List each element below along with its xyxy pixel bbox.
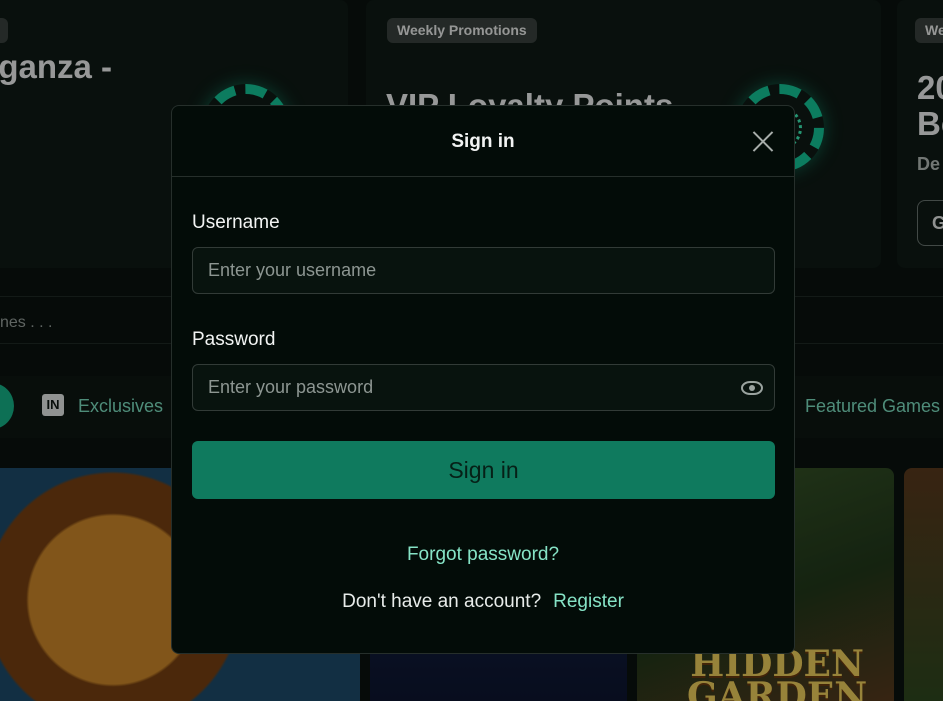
show-password-eye-icon[interactable] — [741, 381, 763, 395]
password-label: Password — [192, 329, 276, 350]
password-input[interactable] — [192, 364, 775, 411]
close-icon[interactable] — [750, 128, 776, 154]
register-row: Don't have an account? Register — [172, 591, 794, 613]
register-link[interactable]: Register — [553, 591, 624, 612]
modal-title: Sign in — [451, 131, 515, 152]
signin-button[interactable]: Sign in — [192, 441, 775, 499]
no-account-text: Don't have an account? — [342, 591, 542, 612]
forgot-password-link[interactable]: Forgot password? — [172, 544, 794, 566]
username-label: Username — [192, 212, 280, 233]
username-input[interactable] — [192, 247, 775, 294]
signin-modal: Sign in Username Password Sign in Forgot… — [171, 105, 795, 654]
modal-header: Sign in — [172, 106, 794, 177]
